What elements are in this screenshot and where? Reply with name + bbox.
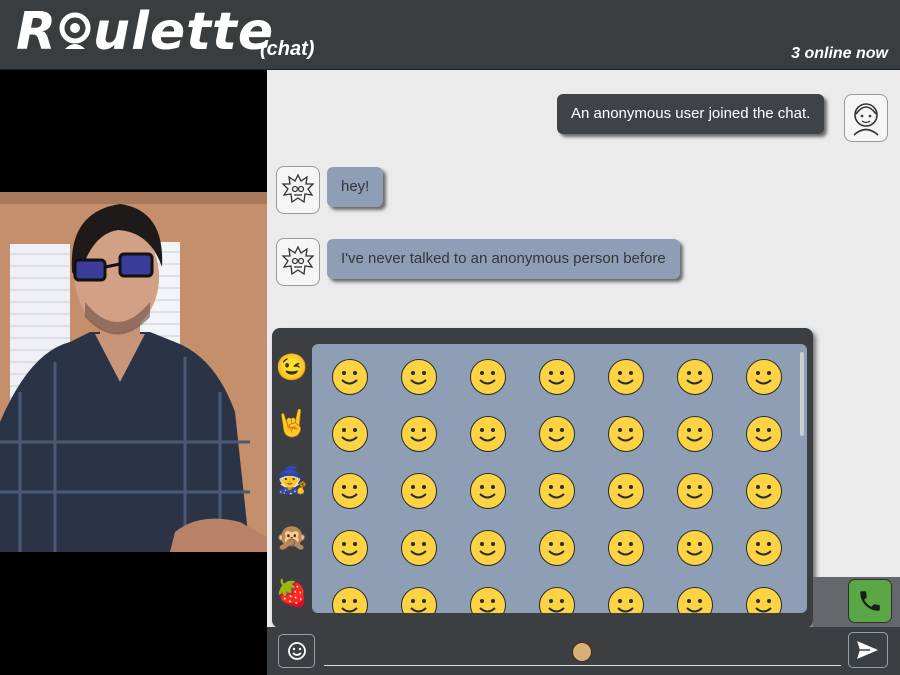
strawberry-category-icon[interactable]: 🍓 [275,576,309,610]
grinning-face-with-sweat-icon[interactable] [746,359,782,395]
confounded-face-icon[interactable] [332,587,368,613]
logo-text: ulette [93,2,275,62]
app-logo: Rulette [16,2,274,62]
heart-eyes-icon[interactable] [677,416,713,452]
rolling-eyes-icon[interactable] [677,530,713,566]
expressionless-face-icon[interactable] [539,530,575,566]
anonymous-user-icon [853,103,879,136]
call-button[interactable] [848,579,892,623]
relaxed-face-icon[interactable] [539,473,575,509]
face-with-tears-of-joy-icon[interactable] [470,359,506,395]
send-icon [857,641,878,659]
smirking-face-icon[interactable] [746,530,782,566]
kissing-face-smiling-eyes-icon[interactable] [401,473,437,509]
astonished-face-icon[interactable] [470,587,506,613]
face-savoring-food-icon[interactable] [539,416,575,452]
chat-message: An anonymous user joined the chat. [557,94,825,134]
smiley-icon [287,642,306,660]
send-button[interactable] [848,632,888,668]
webcam-icon [58,4,92,49]
tired-face-icon[interactable] [746,587,782,613]
smiling-face-smiling-eyes-icon[interactable] [470,416,506,452]
hugging-face-icon[interactable] [677,473,713,509]
thinking-face-icon[interactable] [332,530,368,566]
star-struck-icon[interactable] [746,473,782,509]
sad-sweat-face-icon[interactable] [401,587,437,613]
smiling-face-sunglasses-icon[interactable] [608,416,644,452]
neutral-face-icon[interactable] [470,530,506,566]
hushed-face-icon[interactable] [608,587,644,613]
grinning-face-smiling-eyes-icon[interactable] [677,359,713,395]
webcam-feed [0,192,267,552]
logo-letter: R [16,2,58,62]
rolling-on-floor-laughing-icon[interactable] [539,359,575,395]
chat-message: hey! [327,167,384,207]
online-count: 3 online now [791,45,888,62]
squinting-face-icon[interactable] [332,416,368,452]
winking-face-icon[interactable] [401,416,437,452]
raised-eyebrow-icon[interactable] [401,530,437,566]
slightly-smiling-face-icon[interactable] [608,473,644,509]
user-avatar [844,94,888,142]
emoji-scrollbar[interactable] [800,352,804,436]
emoji-picker: 😉 🤘 🧙 🙊 🍓 [272,328,813,628]
phone-icon [860,591,880,611]
tongue-out-emoji-icon [572,642,592,662]
wizard-category-icon[interactable]: 🧙 [275,463,309,497]
chat-message: I've never talked to an anonymous person… [327,239,680,279]
smileys-category-icon[interactable]: 😉 [275,350,309,384]
header-bar: Rulette (chat) 3 online now [0,0,900,70]
kissing-face-icon[interactable] [332,473,368,509]
sleepy-face-icon[interactable] [677,587,713,613]
spiky-hair-face-icon [281,173,315,204]
grinning-face-icon[interactable] [332,359,368,395]
face-blowing-kiss-icon[interactable] [746,416,782,452]
spiky-hair-face-icon [281,245,315,276]
zipper-mouth-face-icon[interactable] [539,587,575,613]
grimacing-face-icon[interactable] [401,359,437,395]
kissing-face-closed-eyes-icon[interactable] [470,473,506,509]
emoji-category-bar: 😉 🤘 🧙 🙊 🍓 [272,328,312,628]
monkey-category-icon[interactable]: 🙊 [275,520,309,554]
stranger-avatar [276,238,320,286]
stranger-avatar [276,166,320,214]
rock-on-hand-category-icon[interactable]: 🤘 [275,406,309,440]
emoji-grid [312,344,807,613]
grinning-face-big-eyes-icon[interactable] [608,359,644,395]
emoji-toggle-button[interactable] [278,634,315,668]
video-pane [0,70,267,675]
face-without-mouth-icon[interactable] [608,530,644,566]
app-subtitle: (chat) [260,38,315,60]
